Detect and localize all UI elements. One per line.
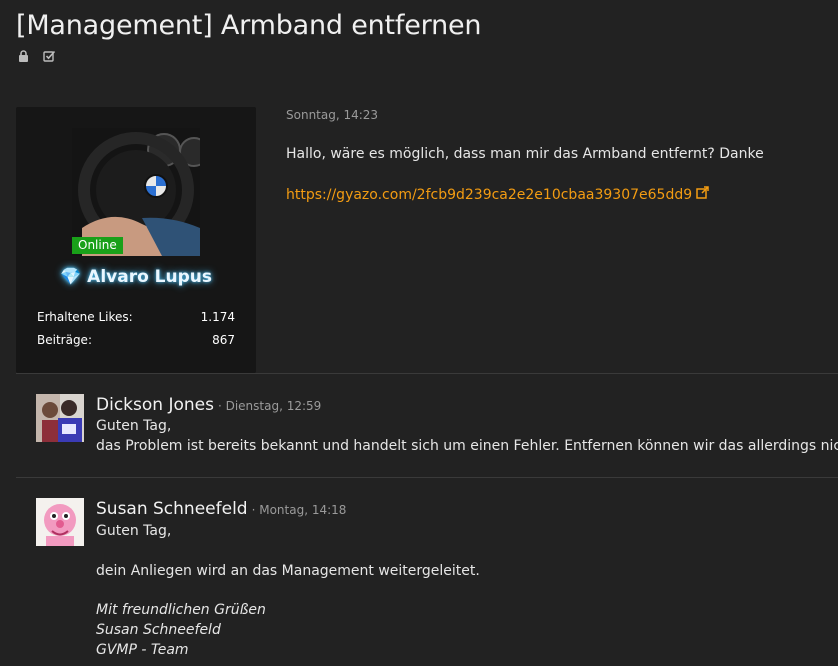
comment-signature: Mit freundlichen Grüßen [96,602,266,618]
checkbox-icon [43,50,56,62]
comment-header: Susan Schneefeld · Montag, 14:18 [96,499,346,519]
post-time: Sonntag, 14:23 [286,108,379,122]
diamond-icon: 💎 [59,267,82,287]
author-name[interactable]: 💎 Alvaro Lupus [16,267,256,287]
online-badge: Online [72,237,123,254]
post-link-text[interactable]: https://gyazo.com/2fcb9d239ca2e2e10cbaa3… [286,187,692,203]
avatar-image [36,394,84,442]
divider [16,373,838,374]
comment-header: Dickson Jones · Dienstag, 12:59 [96,395,321,415]
comment-text: Guten Tag, [96,523,172,539]
comment-time: · Dienstag, 12:59 [217,399,322,413]
stat-label: Beiträge: [37,333,92,347]
comment-avatar[interactable] [36,394,84,442]
author-card: Online 💎 Alvaro Lupus Erhaltene Likes: 1.… [16,107,256,373]
comment-avatar[interactable] [36,498,84,546]
stat-likes: Erhaltene Likes: 1.174 [37,310,235,324]
avatar-image [36,498,84,546]
author-name-text: Alvaro Lupus [87,267,212,287]
comment-time: · Montag, 14:18 [251,503,347,517]
stat-value: 1.174 [200,310,235,324]
page-title: [Management] Armband entfernen [16,10,482,41]
lock-icon [18,50,29,62]
divider [16,477,838,478]
post-text: Hallo, wäre es möglich, dass man mir das… [286,146,764,162]
external-link-icon [696,186,709,203]
stat-label: Erhaltene Likes: [37,310,133,324]
comment-author[interactable]: Dickson Jones [96,395,214,415]
comment-signature: Susan Schneefeld [96,622,221,638]
comment-author[interactable]: Susan Schneefeld [96,499,248,519]
comment-text: das Problem ist bereits bekannt und hand… [96,438,838,454]
post-link[interactable]: https://gyazo.com/2fcb9d239ca2e2e10cbaa3… [286,186,709,203]
comment-text: dein Anliegen wird an das Management wei… [96,563,480,579]
comment-signature: GVMP - Team [96,642,189,658]
stat-value: 867 [212,333,235,347]
stat-posts: Beiträge: 867 [37,333,235,347]
title-icons [18,50,56,62]
comment-text: Guten Tag, [96,418,172,434]
